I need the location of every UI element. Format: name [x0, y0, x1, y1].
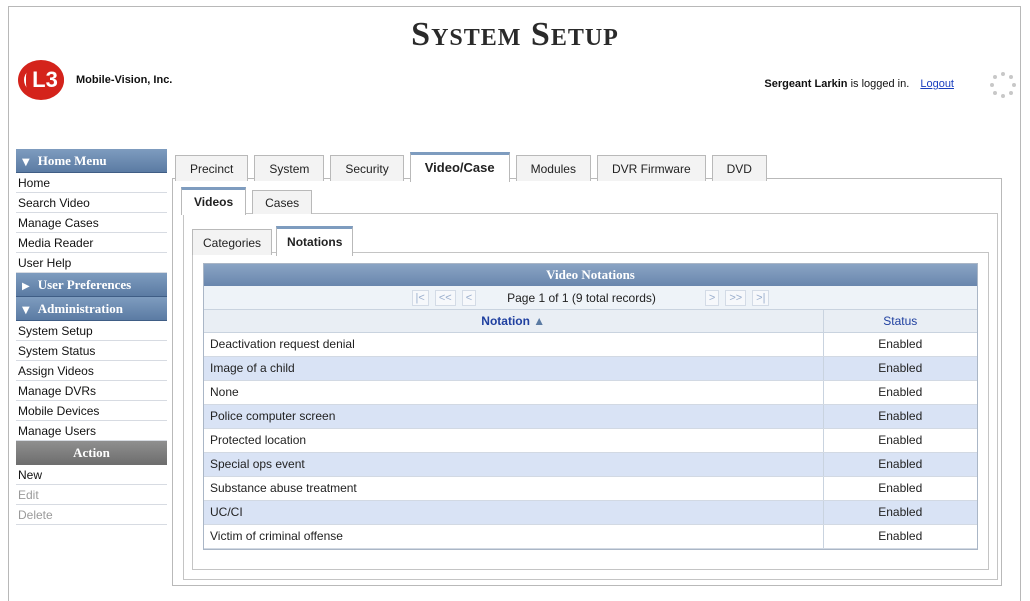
tab-system[interactable]: System	[254, 155, 325, 181]
company-logo: L3 Mobile-Vision, Inc.	[18, 60, 172, 100]
notation-tabs: Categories Notations	[192, 225, 357, 256]
status-cell: Enabled	[823, 476, 977, 501]
notation-cell: Protected location	[204, 428, 824, 453]
l3-logo-icon: L3	[18, 60, 66, 100]
status-cell: Enabled	[823, 332, 977, 357]
status-cell: Enabled	[823, 380, 977, 405]
sidebar-item-system-setup[interactable]: System Setup	[16, 321, 167, 341]
status-cell: Enabled	[823, 452, 977, 477]
status-cell: Enabled	[823, 356, 977, 381]
sub-tabs: Videos Cases	[181, 186, 318, 215]
sidebar-item-home[interactable]: Home	[16, 173, 167, 193]
table-row[interactable]: Special ops event Enabled	[204, 452, 977, 477]
action-delete: Delete	[16, 505, 167, 525]
tab-video-case[interactable]: Video/Case	[409, 152, 510, 182]
video-notations-grid: Video Notations |< << < Page 1 of 1 (9 t…	[203, 263, 978, 550]
tab-cases[interactable]: Cases	[252, 190, 313, 214]
notation-cell: Substance abuse treatment	[204, 476, 824, 501]
action-header: Action	[16, 441, 167, 465]
home-menu-header[interactable]: ▼ Home Menu	[16, 149, 167, 173]
notation-cell: Image of a child	[204, 356, 824, 381]
first-page-button[interactable]: |<	[411, 289, 429, 306]
user-preferences-header[interactable]: ▶ User Preferences	[16, 273, 167, 297]
company-name: Mobile-Vision, Inc.	[76, 74, 173, 86]
tab-security[interactable]: Security	[330, 155, 404, 181]
notation-cell: None	[204, 380, 824, 405]
sidebar-item-manage-users[interactable]: Manage Users	[16, 421, 167, 441]
column-header-notation[interactable]: Notation ▲	[204, 310, 824, 333]
sidebar-item-manage-dvrs[interactable]: Manage DVRs	[16, 381, 167, 401]
prev-page-set-button[interactable]: <<	[434, 289, 456, 306]
next-page-button[interactable]: >	[704, 289, 720, 306]
sidebar-item-system-status[interactable]: System Status	[16, 341, 167, 361]
pager: |< << < Page 1 of 1 (9 total records) > …	[204, 286, 977, 310]
loading-spinner-icon	[990, 72, 1016, 98]
status-cell: Enabled	[823, 500, 977, 525]
tab-precinct[interactable]: Precinct	[175, 155, 249, 181]
tab-videos[interactable]: Videos	[181, 187, 247, 215]
action-edit: Edit	[16, 485, 167, 505]
tab-categories[interactable]: Categories	[192, 229, 273, 255]
triangle-right-icon: ▶	[22, 281, 30, 292]
table-row[interactable]: None Enabled	[204, 380, 977, 405]
prev-page-button[interactable]: <	[461, 289, 477, 306]
logged-in-text: is logged in.	[850, 78, 910, 90]
sidebar: ▼ Home Menu Home Search Video Manage Case…	[16, 149, 167, 525]
table-row[interactable]: Police computer screen Enabled	[204, 404, 977, 429]
table-row[interactable]: UC/CI Enabled	[204, 500, 977, 525]
triangle-down-icon: ▼	[22, 305, 30, 316]
sidebar-item-user-help[interactable]: User Help	[16, 253, 167, 273]
page-title: System Setup	[411, 16, 619, 53]
table-row[interactable]: Substance abuse treatment Enabled	[204, 476, 977, 501]
user-name: Sergeant Larkin	[764, 78, 848, 90]
tab-modules[interactable]: Modules	[515, 155, 591, 181]
notations-table: Notation ▲ Status Deactivation request d…	[204, 310, 977, 549]
notation-cell: Police computer screen	[204, 404, 824, 429]
column-header-status[interactable]: Status	[823, 310, 977, 333]
sidebar-item-assign-videos[interactable]: Assign Videos	[16, 361, 167, 381]
table-row[interactable]: Image of a child Enabled	[204, 356, 977, 381]
table-row[interactable]: Victim of criminal offense Enabled	[204, 524, 977, 549]
action-new[interactable]: New	[16, 465, 167, 485]
sidebar-item-mobile-devices[interactable]: Mobile Devices	[16, 401, 167, 421]
status-cell: Enabled	[823, 404, 977, 429]
tab-dvd[interactable]: DVD	[711, 155, 767, 181]
notation-cell: Deactivation request denial	[204, 332, 824, 357]
notation-cell: Special ops event	[204, 452, 824, 477]
last-page-button[interactable]: >|	[752, 289, 770, 306]
triangle-down-icon: ▼	[22, 157, 30, 168]
logout-link[interactable]: Logout	[920, 78, 954, 90]
sidebar-item-media-reader[interactable]: Media Reader	[16, 233, 167, 253]
sidebar-item-manage-cases[interactable]: Manage Cases	[16, 213, 167, 233]
pager-text: Page 1 of 1 (9 total records)	[507, 290, 656, 305]
notation-cell: UC/CI	[204, 500, 824, 525]
tab-dvr-firmware[interactable]: DVR Firmware	[596, 155, 706, 181]
next-page-set-button[interactable]: >>	[725, 289, 747, 306]
main-tabs: Precinct System Security Video/Case Modu…	[175, 151, 773, 182]
status-cell: Enabled	[823, 428, 977, 453]
sidebar-item-search-video[interactable]: Search Video	[16, 193, 167, 213]
administration-header[interactable]: ▼ Administration	[16, 297, 167, 321]
notation-cell: Victim of criminal offense	[204, 524, 824, 549]
tab-notations[interactable]: Notations	[276, 226, 354, 256]
table-row[interactable]: Deactivation request denial Enabled	[204, 332, 977, 357]
table-row[interactable]: Protected location Enabled	[204, 428, 977, 453]
grid-title: Video Notations	[204, 264, 977, 286]
user-status: Sergeant Larkin is logged in. Logout	[764, 78, 954, 90]
status-cell: Enabled	[823, 524, 977, 549]
sort-ascending-icon: ▲	[533, 313, 546, 328]
